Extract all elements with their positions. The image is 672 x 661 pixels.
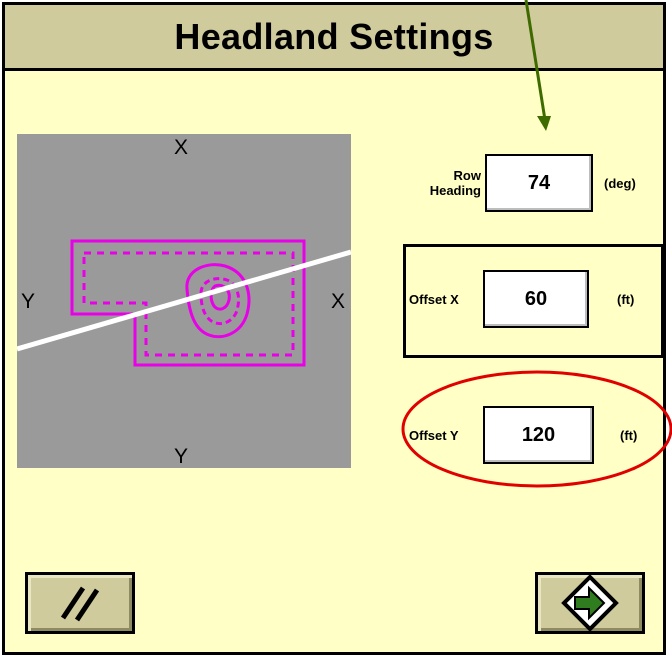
offset-x-row: Offset X 60 (ft) bbox=[409, 270, 634, 328]
offset-y-input[interactable]: 120 bbox=[483, 406, 594, 464]
offset-y-unit: (ft) bbox=[620, 427, 638, 443]
row-heading-unit: (deg) bbox=[604, 175, 636, 191]
axis-label-left: Y bbox=[21, 290, 36, 313]
title-bar: Headland Settings bbox=[5, 5, 663, 71]
next-button[interactable] bbox=[535, 572, 645, 634]
next-arrow-icon bbox=[561, 574, 619, 632]
row-heading-input[interactable]: 74 bbox=[485, 154, 593, 212]
row-heading-line bbox=[17, 249, 351, 352]
axis-label-bottom: Y bbox=[174, 445, 189, 468]
axis-label-top: X bbox=[174, 136, 189, 159]
row-heading-label: Row Heading bbox=[429, 168, 481, 198]
offset-y-label: Offset Y bbox=[409, 427, 459, 443]
offset-x-label: Offset X bbox=[409, 291, 459, 307]
headland-settings-window: Headland Settings X Y Y X Row Heading 74… bbox=[2, 2, 666, 655]
row-heading-row: Row Heading 74 (deg) bbox=[409, 154, 636, 212]
page-title: Headland Settings bbox=[174, 15, 494, 57]
field-preview bbox=[17, 134, 351, 468]
axis-label-right: X bbox=[331, 290, 346, 313]
double-slash-icon bbox=[60, 586, 100, 622]
offset-x-unit: (ft) bbox=[617, 291, 635, 307]
obstacle-boundary bbox=[185, 263, 251, 339]
field-preview-drawing bbox=[17, 239, 351, 367]
offset-y-row: Offset Y 120 (ft) bbox=[409, 406, 637, 464]
offset-x-input[interactable]: 60 bbox=[483, 270, 589, 328]
cancel-button[interactable] bbox=[25, 572, 135, 634]
